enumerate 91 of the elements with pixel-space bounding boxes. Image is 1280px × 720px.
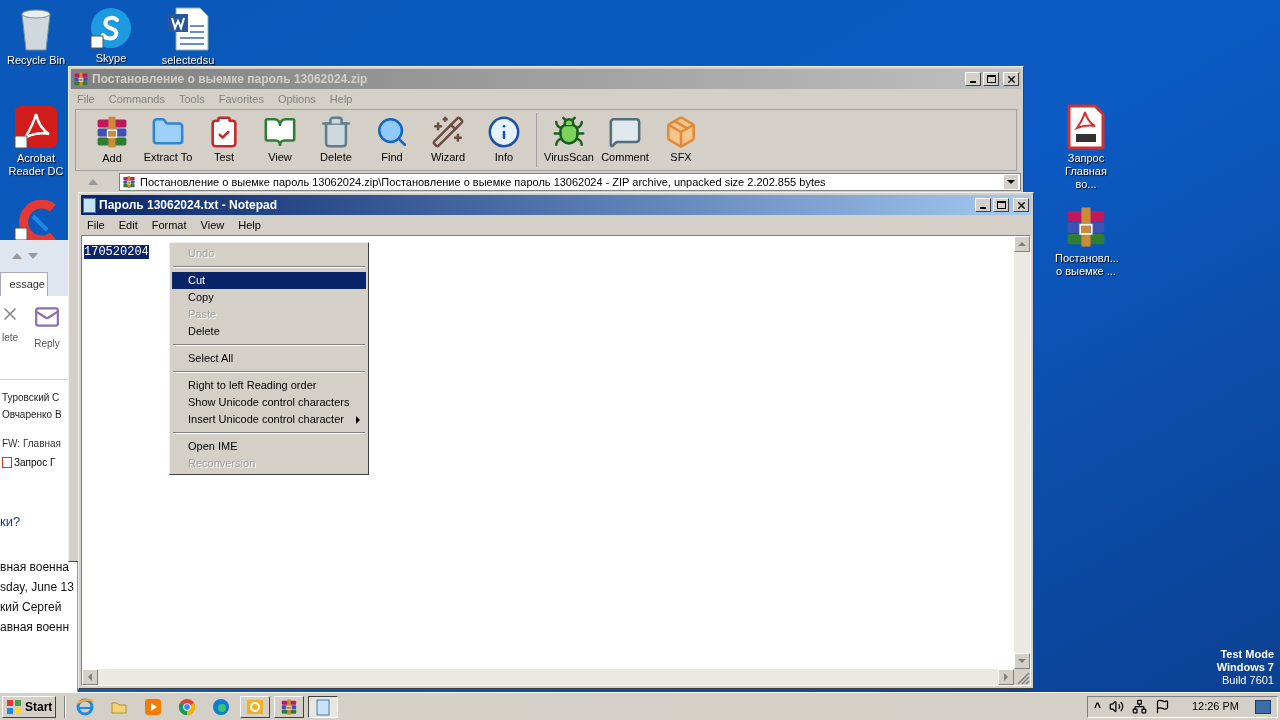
toolbar-button[interactable]: Add (86, 113, 138, 167)
mail-text: авная военн (0, 618, 71, 636)
clock[interactable]: 12:26 PM (1191, 698, 1239, 715)
minimize-button[interactable] (965, 72, 981, 86)
flag-icon[interactable] (1154, 699, 1170, 714)
envelope-icon (34, 304, 60, 330)
magic-wand-icon (431, 114, 465, 149)
network-icon[interactable] (1131, 699, 1147, 714)
desktop-icon-label[interactable]: Skype (95, 52, 127, 65)
cleaner-icon (13, 200, 59, 240)
desktop-icon-label[interactable]: Recycle Bin (6, 54, 66, 67)
os-notice-text: Test Mode (1220, 648, 1274, 661)
desktop-icon-label[interactable]: selectedsu (161, 54, 215, 67)
horizontal-scrollbar[interactable] (82, 669, 1014, 685)
notepad-icon (314, 697, 333, 716)
mail-heading: ки? (0, 513, 22, 531)
toolbar-button[interactable]: Delete (310, 114, 362, 166)
acrobat-icon (13, 104, 59, 150)
recipient-name: Туровский С (2, 391, 60, 405)
toolbar-button[interactable]: VirusScan (543, 114, 595, 166)
archive-icon (122, 175, 136, 189)
menu-item[interactable]: Help (238, 216, 261, 234)
trash-icon (319, 114, 353, 149)
menu-item[interactable]: Select All (172, 350, 366, 367)
mail-text: кий Сергей (0, 598, 63, 616)
bug-icon (552, 114, 586, 149)
desktop-icon-label[interactable]: Acrobat Reader DC (5, 152, 67, 178)
submenu-arrow-icon (356, 415, 360, 424)
maximize-button[interactable] (993, 198, 1009, 212)
archive-icon (73, 71, 89, 87)
menu-item[interactable]: Show Unicode control characters (172, 394, 366, 411)
window-title: Пароль 13062024.txt - Notepad (99, 197, 279, 214)
speaker-icon[interactable] (1108, 699, 1124, 714)
menu-item[interactable]: Right to left Reading order (172, 377, 366, 394)
archive-icon (280, 697, 299, 716)
os-notice-text: Build 7601 (1222, 674, 1274, 687)
close-icon (1005, 73, 1017, 85)
menu-item[interactable]: Cut (172, 272, 366, 289)
vertical-scrollbar[interactable] (1014, 236, 1030, 669)
document-text: 170520204 (84, 245, 149, 259)
ribbon-tab[interactable]: essage (0, 272, 48, 296)
recipient-name: Овчаренко В (2, 408, 62, 422)
menu-item[interactable]: Copy (172, 289, 366, 306)
os-notice-text: Windows 7 (1216, 661, 1274, 674)
window-title: Постановление о выемке пароль 13062024.zip (92, 71, 369, 88)
menu-item[interactable]: File (87, 216, 105, 234)
skype-icon (89, 6, 133, 50)
show-desktop-button[interactable] (1255, 699, 1271, 714)
toolbar-button[interactable]: Info (478, 114, 530, 166)
toolbar-button[interactable]: Extract To (142, 114, 194, 166)
tray-chevron[interactable]: ^ (1093, 697, 1101, 716)
minimize-button[interactable] (975, 198, 991, 212)
resize-grip[interactable] (1014, 669, 1030, 685)
box-icon (664, 114, 698, 149)
toolbar-button[interactable]: SFX (655, 114, 707, 166)
toolbar-button[interactable]: Test (198, 114, 250, 166)
menu-item[interactable]: Format (151, 216, 187, 234)
document-icon (166, 6, 210, 52)
path-field[interactable]: Постановление о выемке пароль 13062024.zip\Постановление о выемке пароль 13062024 - ZIP archive, unpacked size 2.202.855 bytes (119, 173, 1021, 191)
menu-item[interactable]: Delete (172, 323, 366, 340)
edge-icon (212, 697, 231, 716)
info-icon (487, 114, 521, 149)
pdf-file-icon (1067, 104, 1105, 150)
maximize-button[interactable] (983, 72, 999, 86)
toolbar-button[interactable]: Comment (599, 114, 651, 166)
desktop-icon-label[interactable]: Постановл... о выемке ... (1055, 252, 1117, 278)
start-button[interactable]: Start (2, 695, 57, 718)
taskbar-button[interactable] (308, 695, 339, 718)
browser-e-icon (76, 697, 95, 716)
outlook-icon (246, 697, 265, 716)
delete-button[interactable]: lete (0, 304, 20, 345)
notepad-icon (83, 197, 96, 213)
close-button[interactable] (1003, 72, 1019, 86)
attachment-chip[interactable]: Запрос Г (0, 455, 56, 470)
reply-button[interactable]: Reply (30, 304, 64, 351)
media-player-icon (144, 697, 163, 716)
menu-item[interactable]: Edit (118, 216, 138, 234)
close-button[interactable] (1013, 198, 1029, 212)
menu-item[interactable]: Insert Unicode control character (172, 411, 366, 428)
mail-text: вная военна (0, 558, 71, 576)
chrome-icon (178, 697, 197, 716)
mail-subject: FW: Главная (1, 437, 61, 451)
close-icon (1015, 199, 1027, 211)
mail-text: sday, June 13 (0, 578, 75, 596)
toolbar-button[interactable]: Find (366, 114, 418, 166)
menu-item[interactable]: Open IME (172, 438, 366, 455)
desktop-icon-label[interactable]: Запрос Главная во... (1055, 152, 1117, 191)
toolbar-button[interactable]: Wizard (422, 114, 474, 166)
windows-logo-icon (6, 698, 22, 715)
toolbar-button[interactable]: View (254, 114, 306, 166)
menu-item[interactable]: View (200, 216, 225, 234)
